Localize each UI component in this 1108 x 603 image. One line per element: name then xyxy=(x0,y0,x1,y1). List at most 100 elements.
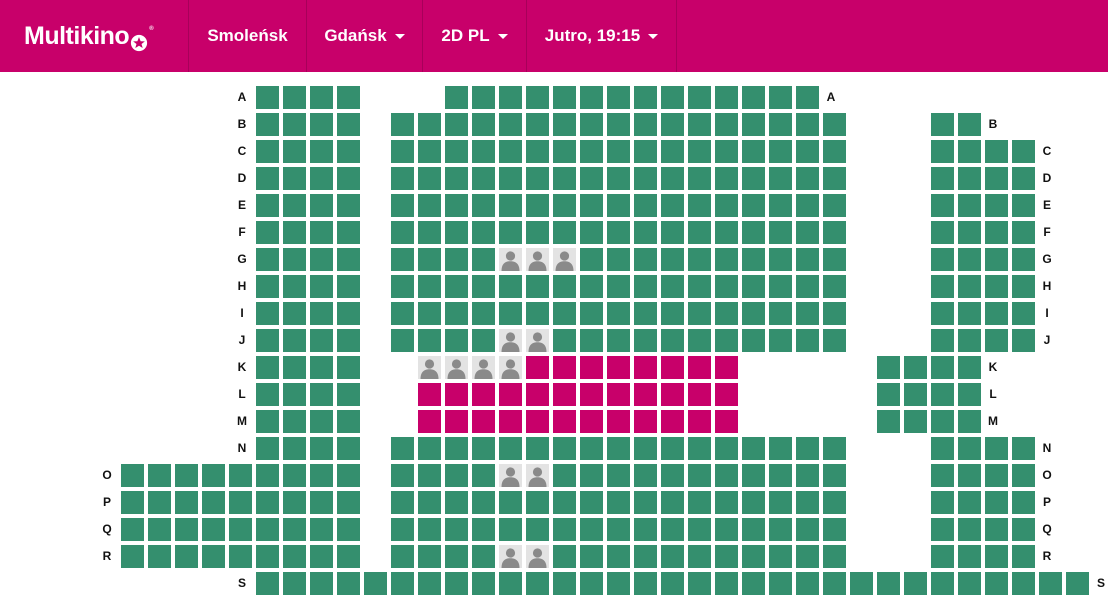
seat-available[interactable] xyxy=(553,167,576,190)
seat-available[interactable] xyxy=(472,464,495,487)
seat-available[interactable] xyxy=(1012,545,1035,568)
seat-available[interactable] xyxy=(445,572,468,595)
seat-available[interactable] xyxy=(688,248,711,271)
seat-available[interactable] xyxy=(283,221,306,244)
seat-available[interactable] xyxy=(796,302,819,325)
seat-available[interactable] xyxy=(472,329,495,352)
seat-available[interactable] xyxy=(445,86,468,109)
seat-available[interactable] xyxy=(472,518,495,541)
seat-available[interactable] xyxy=(256,140,279,163)
seat-available[interactable] xyxy=(256,518,279,541)
seat-available[interactable] xyxy=(526,518,549,541)
seat-available[interactable] xyxy=(283,329,306,352)
seat-available[interactable] xyxy=(742,329,765,352)
seat-available[interactable] xyxy=(1012,194,1035,217)
seat-available[interactable] xyxy=(175,491,198,514)
seat-available[interactable] xyxy=(634,545,657,568)
seat-available[interactable] xyxy=(580,545,603,568)
seat-available[interactable] xyxy=(742,491,765,514)
seat-selected[interactable] xyxy=(715,410,738,433)
seat-available[interactable] xyxy=(688,464,711,487)
seat-available[interactable] xyxy=(769,86,792,109)
seat-selected[interactable] xyxy=(715,356,738,379)
seat-available[interactable] xyxy=(607,302,630,325)
seat-available[interactable] xyxy=(553,437,576,460)
seat-available[interactable] xyxy=(418,572,441,595)
seat-available[interactable] xyxy=(931,410,954,433)
seat-available[interactable] xyxy=(283,545,306,568)
seat-available[interactable] xyxy=(715,167,738,190)
seat-available[interactable] xyxy=(715,221,738,244)
seat-available[interactable] xyxy=(202,545,225,568)
seat-available[interactable] xyxy=(391,221,414,244)
seat-available[interactable] xyxy=(985,545,1008,568)
seat-available[interactable] xyxy=(499,194,522,217)
seat-available[interactable] xyxy=(877,572,900,595)
seat-available[interactable] xyxy=(877,383,900,406)
seat-available[interactable] xyxy=(526,572,549,595)
seat-available[interactable] xyxy=(958,572,981,595)
seat-available[interactable] xyxy=(445,545,468,568)
seat-available[interactable] xyxy=(688,140,711,163)
seat-available[interactable] xyxy=(418,221,441,244)
seat-available[interactable] xyxy=(337,545,360,568)
seat-available[interactable] xyxy=(931,167,954,190)
seat-available[interactable] xyxy=(310,410,333,433)
seat-available[interactable] xyxy=(985,275,1008,298)
seat-available[interactable] xyxy=(715,572,738,595)
seat-available[interactable] xyxy=(580,491,603,514)
seat-available[interactable] xyxy=(553,140,576,163)
seat-available[interactable] xyxy=(580,329,603,352)
seat-available[interactable] xyxy=(931,437,954,460)
seat-available[interactable] xyxy=(958,140,981,163)
seat-selected[interactable] xyxy=(418,410,441,433)
seat-available[interactable] xyxy=(418,491,441,514)
seat-available[interactable] xyxy=(958,356,981,379)
seat-available[interactable] xyxy=(445,113,468,136)
seat-available[interactable] xyxy=(256,383,279,406)
seat-available[interactable] xyxy=(796,491,819,514)
seat-available[interactable] xyxy=(607,221,630,244)
seat-selected[interactable] xyxy=(607,383,630,406)
seat-available[interactable] xyxy=(1039,572,1062,595)
seat-available[interactable] xyxy=(1012,491,1035,514)
seat-available[interactable] xyxy=(688,545,711,568)
seat-available[interactable] xyxy=(661,140,684,163)
seat-available[interactable] xyxy=(742,221,765,244)
seat-available[interactable] xyxy=(553,329,576,352)
seat-available[interactable] xyxy=(499,437,522,460)
seat-available[interactable] xyxy=(742,86,765,109)
seat-available[interactable] xyxy=(607,518,630,541)
seat-available[interactable] xyxy=(121,518,144,541)
seat-available[interactable] xyxy=(958,302,981,325)
seat-available[interactable] xyxy=(661,464,684,487)
seat-available[interactable] xyxy=(742,275,765,298)
seat-available[interactable] xyxy=(823,275,846,298)
seat-available[interactable] xyxy=(418,275,441,298)
seat-available[interactable] xyxy=(742,464,765,487)
seat-available[interactable] xyxy=(229,464,252,487)
seat-available[interactable] xyxy=(445,329,468,352)
seat-available[interactable] xyxy=(796,167,819,190)
seat-available[interactable] xyxy=(796,113,819,136)
seat-available[interactable] xyxy=(553,86,576,109)
seat-available[interactable] xyxy=(418,140,441,163)
seat-available[interactable] xyxy=(634,113,657,136)
seat-available[interactable] xyxy=(877,410,900,433)
seat-available[interactable] xyxy=(715,248,738,271)
seat-available[interactable] xyxy=(742,437,765,460)
seat-available[interactable] xyxy=(931,275,954,298)
seat-available[interactable] xyxy=(715,275,738,298)
seat-available[interactable] xyxy=(688,329,711,352)
seat-available[interactable] xyxy=(526,437,549,460)
seat-available[interactable] xyxy=(715,464,738,487)
seat-available[interactable] xyxy=(256,329,279,352)
seat-available[interactable] xyxy=(472,248,495,271)
seat-available[interactable] xyxy=(742,302,765,325)
seat-available[interactable] xyxy=(391,491,414,514)
seat-available[interactable] xyxy=(769,572,792,595)
seat-selected[interactable] xyxy=(526,356,549,379)
seat-available[interactable] xyxy=(1012,221,1035,244)
seat-available[interactable] xyxy=(931,491,954,514)
seat-available[interactable] xyxy=(337,248,360,271)
